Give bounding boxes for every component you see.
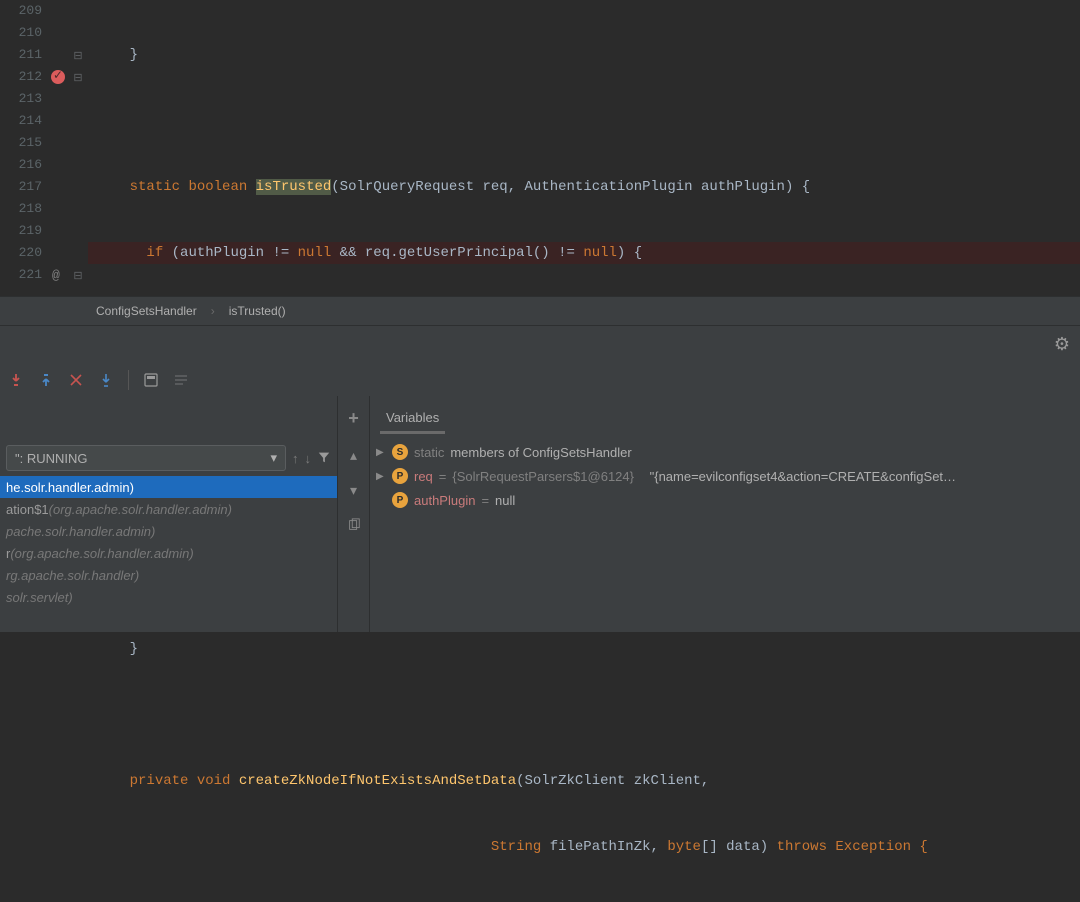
breadcrumb-class[interactable]: ConfigSetsHandler bbox=[96, 304, 197, 318]
stack-frame: solr.servlet) bbox=[0, 586, 337, 608]
variables-tab[interactable]: Variables bbox=[370, 396, 1080, 434]
expand-down-icon[interactable]: ▾ bbox=[350, 483, 357, 500]
param-badge-icon: P bbox=[392, 468, 408, 484]
evaluate-expression-icon[interactable] bbox=[139, 368, 163, 392]
variables-tree[interactable]: ▶ S static members of ConfigSetsHandler … bbox=[370, 434, 1080, 632]
stack-frame: he.solr.handler.admin) bbox=[0, 476, 337, 498]
breakpoint-gutter[interactable]: @ bbox=[48, 0, 70, 296]
drop-frame-icon[interactable] bbox=[64, 368, 88, 392]
copy-icon[interactable] bbox=[347, 518, 361, 537]
code-line bbox=[88, 704, 1080, 726]
add-watch-icon[interactable]: + bbox=[348, 410, 359, 430]
stack-frame: rg.apache.solr.handler) bbox=[0, 564, 337, 586]
code-line: private void createZkNodeIfNotExistsAndS… bbox=[88, 770, 1080, 792]
code-line: } bbox=[88, 638, 1080, 660]
breadcrumb-method[interactable]: isTrusted() bbox=[229, 304, 286, 318]
step-into-red-icon[interactable] bbox=[4, 368, 28, 392]
breadcrumb[interactable]: ConfigSetsHandler › isTrusted() bbox=[0, 296, 1080, 326]
variable-row: ▶ S static members of ConfigSetsHandler bbox=[376, 440, 1074, 464]
code-area[interactable]: } static boolean isTrusted(SolrQueryRequ… bbox=[88, 0, 1080, 296]
chevron-right-icon: › bbox=[211, 304, 215, 318]
code-editor[interactable]: 209 210 211 212 213 214 215 216 217 218 … bbox=[0, 0, 1080, 296]
code-line: String filePathInZk, byte[] data) throws… bbox=[88, 836, 1080, 858]
code-line bbox=[88, 110, 1080, 132]
breakpoint-line: if (authPlugin != null && req.getUserPri… bbox=[88, 242, 1080, 264]
annotation-icon: @ bbox=[52, 268, 60, 283]
debug-toolbar bbox=[0, 364, 1080, 396]
variables-panel: Variables ▶ S static members of ConfigSe… bbox=[370, 396, 1080, 632]
stack-frame: r (org.apache.solr.handler.admin) bbox=[0, 542, 337, 564]
debug-panels: ": RUNNING ▾ ↑ ↓ he.solr.handler.admin) … bbox=[0, 396, 1080, 632]
prev-frame-icon[interactable]: ↑ bbox=[292, 451, 299, 466]
expand-icon[interactable]: ▶ bbox=[376, 447, 386, 458]
vars-toolbar: + ▴ ▾ bbox=[338, 396, 370, 632]
collapse-up-icon[interactable]: ▴ bbox=[350, 448, 357, 465]
filter-icon[interactable] bbox=[317, 450, 331, 467]
stack-frame: pache.solr.handler.admin) bbox=[0, 520, 337, 542]
step-out-icon[interactable] bbox=[34, 368, 58, 392]
variable-row: ▶ P req = {SolrRequestParsers$1@6124} "{… bbox=[376, 464, 1074, 488]
trace-icon[interactable] bbox=[169, 368, 193, 392]
run-to-cursor-icon[interactable] bbox=[94, 368, 118, 392]
line-number-gutter: 209 210 211 212 213 214 215 216 217 218 … bbox=[0, 0, 48, 296]
frames-list[interactable]: he.solr.handler.admin) ation$1 (org.apac… bbox=[0, 476, 337, 632]
thread-selector[interactable]: ": RUNNING ▾ bbox=[6, 445, 286, 471]
fold-gutter[interactable]: ⊟ ⊟ ⊟ bbox=[70, 0, 88, 296]
breakpoint-icon[interactable] bbox=[51, 70, 65, 84]
stack-frame: ation$1 (org.apache.solr.handler.admin) bbox=[0, 498, 337, 520]
variable-row: P authPlugin = null bbox=[376, 488, 1074, 512]
code-line: } bbox=[88, 44, 1080, 66]
next-frame-icon[interactable]: ↓ bbox=[305, 451, 312, 466]
debug-header: ⚙ bbox=[0, 326, 1080, 364]
param-badge-icon: P bbox=[392, 492, 408, 508]
code-line: static boolean isTrusted(SolrQueryReques… bbox=[88, 176, 1080, 198]
static-badge-icon: S bbox=[392, 444, 408, 460]
frames-panel: ": RUNNING ▾ ↑ ↓ he.solr.handler.admin) … bbox=[0, 396, 338, 632]
expand-icon[interactable]: ▶ bbox=[376, 471, 386, 482]
gear-icon[interactable]: ⚙ bbox=[1054, 334, 1070, 356]
chevron-down-icon: ▾ bbox=[270, 450, 277, 466]
